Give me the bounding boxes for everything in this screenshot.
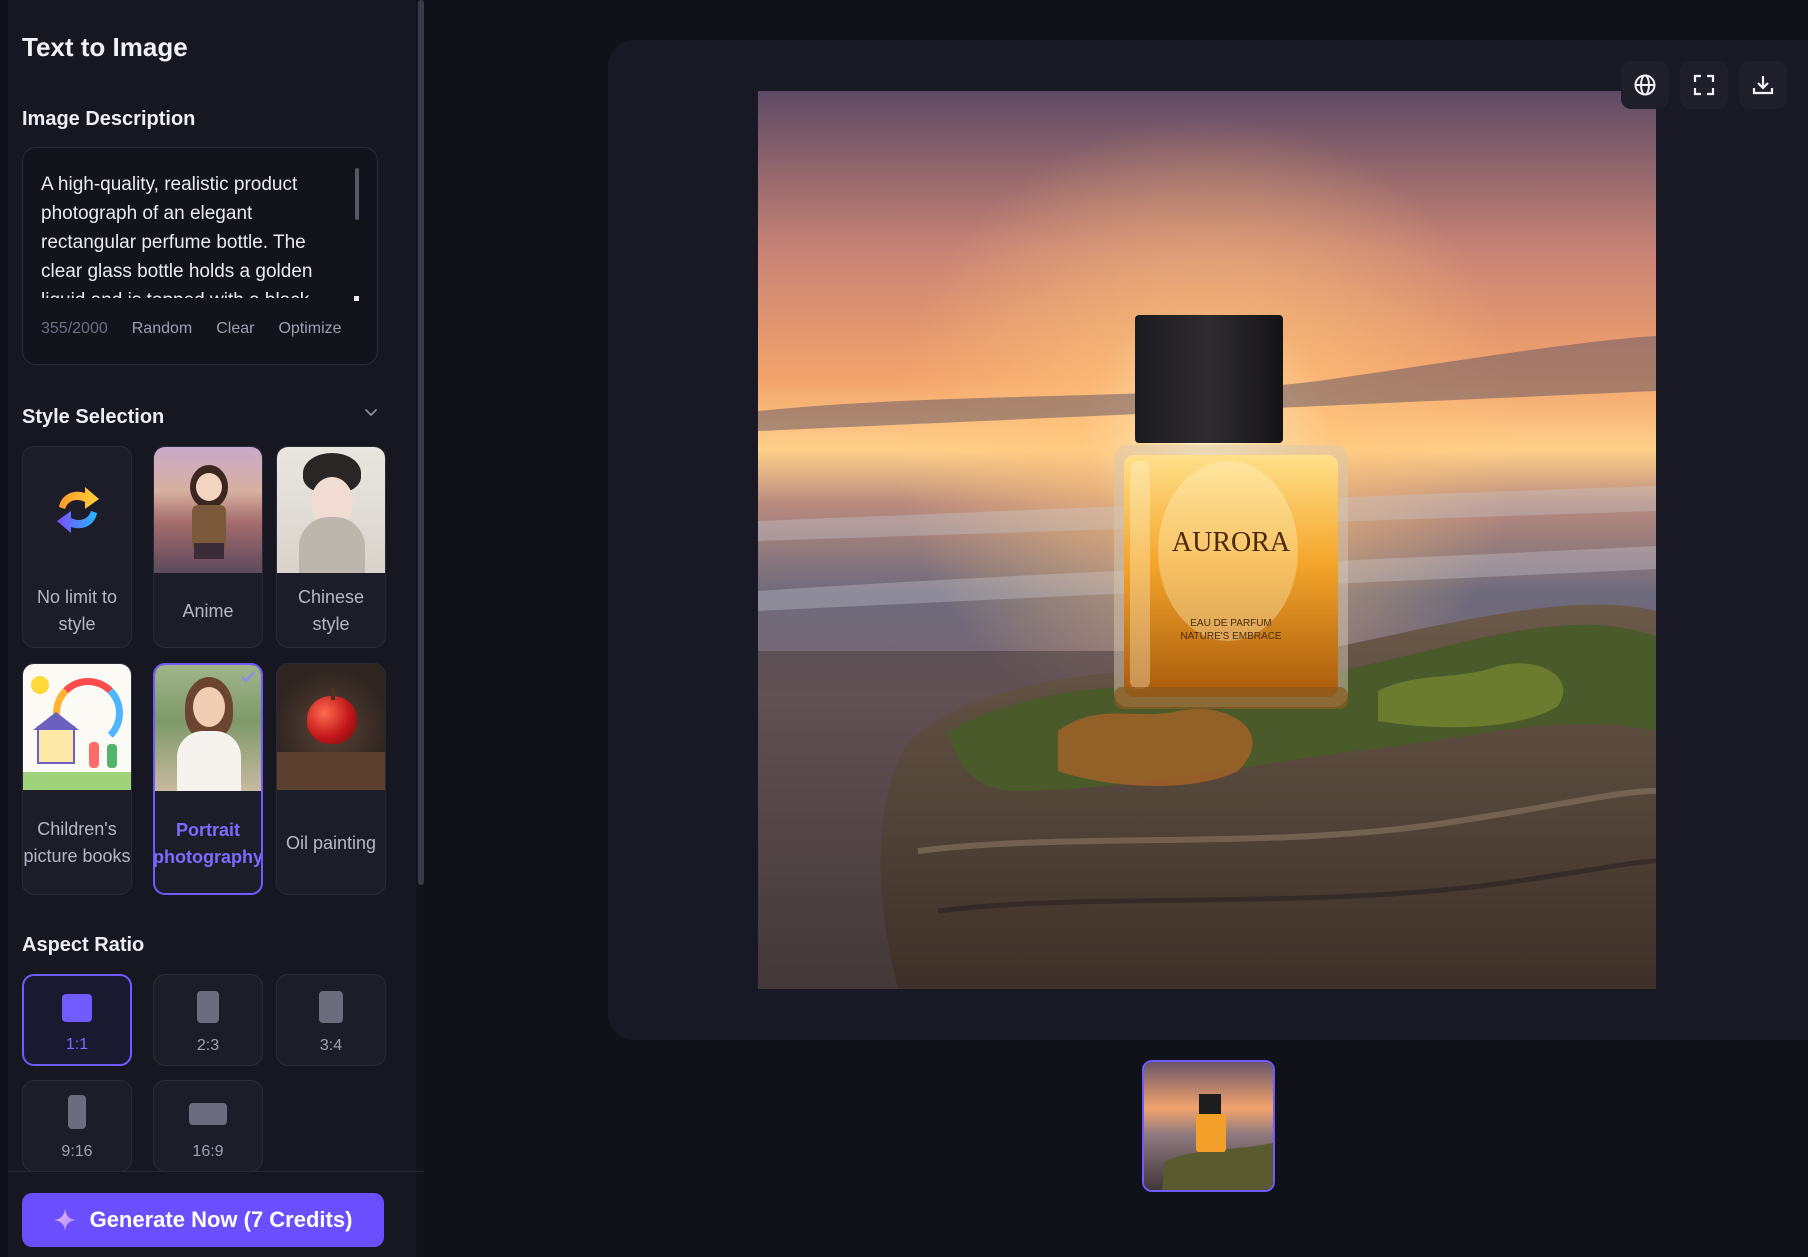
oil-painting-thumbnail xyxy=(277,664,385,790)
generate-button[interactable]: Generate Now (7 Credits) xyxy=(22,1193,384,1247)
description-text[interactable]: A high-quality, realistic product photog… xyxy=(41,170,341,298)
chevron-down-icon[interactable] xyxy=(364,406,378,420)
random-button[interactable]: Random xyxy=(132,320,192,338)
result-thumbnail[interactable] xyxy=(1142,1060,1275,1192)
refresh-arrows-icon xyxy=(57,487,99,533)
perfume-scene: AURORA EAU DE PARFUM NATURE'S EMBRACE xyxy=(758,91,1656,989)
generate-button-label: Generate Now (7 Credits) xyxy=(89,1207,353,1232)
footer-divider xyxy=(8,1171,424,1172)
style-label: Children's picture books xyxy=(23,819,131,866)
anime-thumbnail xyxy=(154,447,262,573)
ratio-3-4[interactable]: 3:4 xyxy=(276,974,386,1066)
style-thumb-no-limit xyxy=(23,447,131,573)
clear-button[interactable]: Clear xyxy=(216,320,254,338)
portrait-thumbnail xyxy=(155,665,261,791)
style-label: Chinese style xyxy=(297,587,365,634)
childrens-books-thumbnail xyxy=(23,664,131,790)
generated-image[interactable]: AURORA EAU DE PARFUM NATURE'S EMBRACE xyxy=(758,91,1656,989)
style-card-no-limit[interactable]: No limit to style xyxy=(22,446,132,648)
ratio-label: 1:1 xyxy=(65,1036,89,1053)
bottle-brand-text: AURORA xyxy=(1172,527,1291,558)
ratio-shape-icon xyxy=(197,991,219,1023)
fullscreen-icon xyxy=(1693,74,1715,96)
fullscreen-button[interactable] xyxy=(1680,61,1728,109)
ratio-label: 3:4 xyxy=(319,1037,343,1054)
thumbnail-image xyxy=(1144,1062,1273,1190)
style-card-anime[interactable]: Anime xyxy=(153,446,263,648)
image-description-label: Image Description xyxy=(22,108,196,130)
ratio-16-9[interactable]: 16:9 xyxy=(153,1080,263,1172)
download-icon xyxy=(1752,76,1774,95)
style-label: Oil painting xyxy=(285,832,377,853)
ratio-label: 2:3 xyxy=(196,1037,220,1054)
bottle-line1-text: EAU DE PARFUM xyxy=(1190,618,1272,629)
ratio-2-3[interactable]: 2:3 xyxy=(153,974,263,1066)
ratio-shape-icon xyxy=(68,1095,86,1129)
ratio-shape-icon xyxy=(189,1103,227,1125)
chinese-style-thumbnail xyxy=(277,447,385,573)
sidebar-scrollbar-thumb[interactable] xyxy=(418,0,424,885)
description-textarea[interactable]: A high-quality, realistic product photog… xyxy=(22,147,378,365)
ratio-shape-icon xyxy=(319,991,343,1023)
ratio-1-1[interactable]: 1:1 xyxy=(22,974,132,1066)
resize-handle[interactable] xyxy=(354,296,359,301)
bottle-line2-text: NATURE'S EMBRACE xyxy=(1180,631,1282,642)
style-card-portrait[interactable]: Portrait photography xyxy=(153,663,263,895)
sparkle-icon xyxy=(53,1209,76,1231)
optimize-button[interactable]: Optimize xyxy=(278,320,341,338)
ratio-label: 9:16 xyxy=(61,1143,93,1160)
style-label: Anime xyxy=(182,600,234,621)
ratio-9-16[interactable]: 9:16 xyxy=(22,1080,132,1172)
globe-icon xyxy=(1634,74,1656,96)
description-footer: 355/2000 Random Clear Optimize xyxy=(41,320,342,338)
style-card-chinese[interactable]: Chinese style xyxy=(276,446,386,648)
ratio-shape-icon xyxy=(62,994,92,1022)
style-label: No limit to style xyxy=(36,587,117,634)
check-icon xyxy=(241,671,255,683)
style-label: Portrait photography xyxy=(153,820,263,867)
ratio-label: 16:9 xyxy=(192,1143,224,1160)
char-count: 355/2000 xyxy=(41,320,108,337)
description-scrollbar[interactable] xyxy=(355,168,359,220)
translate-button[interactable] xyxy=(1621,61,1669,109)
download-button[interactable] xyxy=(1739,61,1787,109)
aspect-ratio-label: Aspect Ratio xyxy=(22,934,145,956)
style-card-childrens-books[interactable]: Children's picture books xyxy=(22,663,132,895)
style-card-oil-painting[interactable]: Oil painting xyxy=(276,663,386,895)
style-selection-label: Style Selection xyxy=(22,406,165,428)
page-title: Text to Image xyxy=(22,32,188,62)
